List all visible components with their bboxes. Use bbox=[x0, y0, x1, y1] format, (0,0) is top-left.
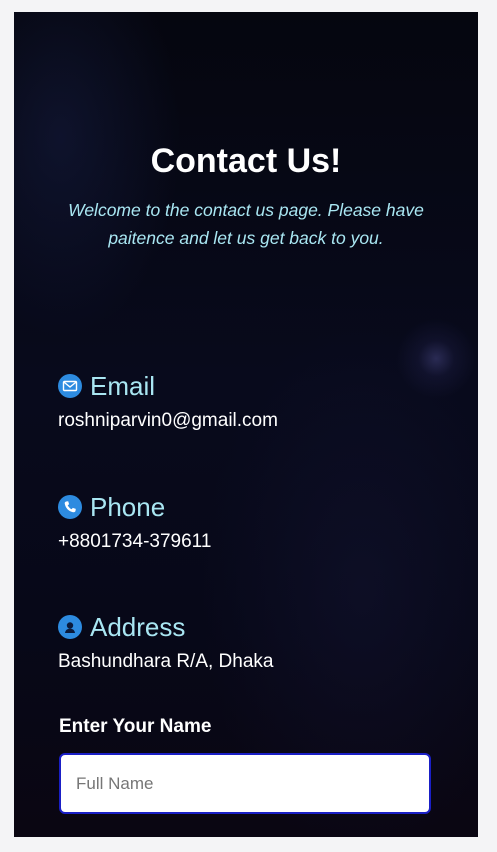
phone-value: +8801734-379611 bbox=[58, 531, 212, 552]
phone-icon bbox=[58, 495, 82, 519]
email-block: Email roshniparvin0@gmail.com bbox=[58, 370, 458, 432]
phone-block: Phone +8801734-379611 bbox=[58, 491, 458, 553]
name-field-label: Enter Your Name bbox=[59, 716, 212, 737]
address-value: Bashundhara R/A, Dhaka bbox=[58, 651, 274, 672]
email-label: Email bbox=[90, 371, 156, 401]
email-value: roshniparvin0@gmail.com bbox=[58, 410, 278, 431]
address-block: Address Bashundhara R/A, Dhaka bbox=[58, 611, 458, 673]
page-title: Contact Us! bbox=[150, 142, 342, 180]
page-subtitle: Welcome to the contact us page. Please h… bbox=[68, 200, 424, 248]
contact-card: Contact Us! Welcome to the contact us pa… bbox=[14, 12, 478, 837]
envelope-icon bbox=[58, 374, 82, 398]
person-pin-icon bbox=[58, 615, 82, 639]
phone-label: Phone bbox=[90, 492, 166, 522]
full-name-input[interactable] bbox=[59, 753, 431, 814]
address-label: Address bbox=[90, 612, 186, 642]
